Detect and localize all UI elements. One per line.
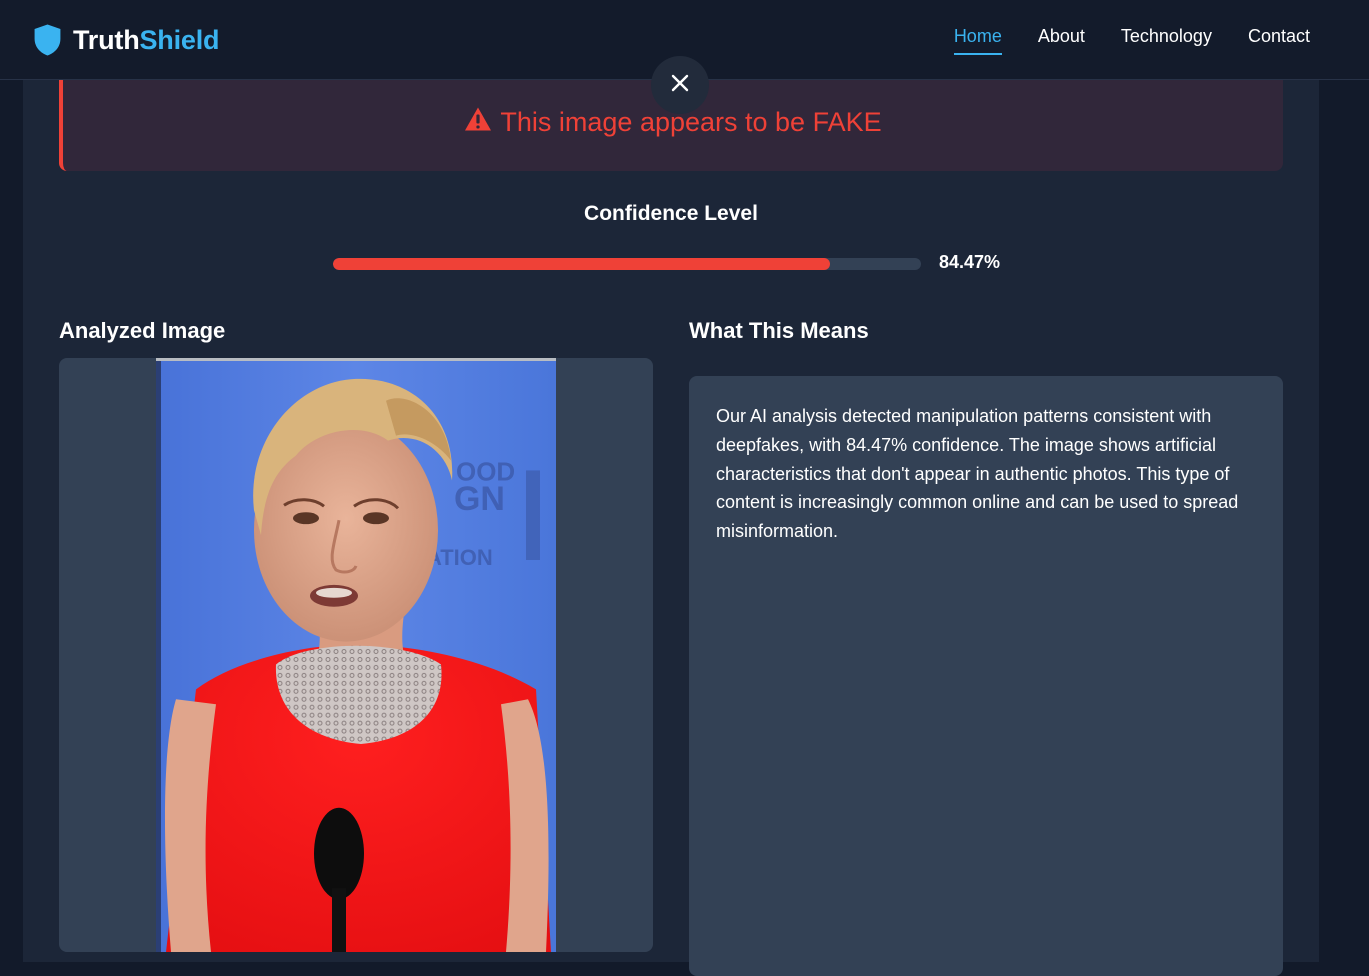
confidence-value: 84.47% — [939, 252, 1001, 272]
confidence-bar-fill — [333, 258, 830, 270]
close-button[interactable] — [651, 56, 709, 114]
what-this-means-title: What This Means — [689, 318, 869, 343]
svg-text:GN: GN — [454, 480, 505, 518]
page-gutter — [1319, 80, 1369, 962]
confidence-title: Confidence Level — [584, 202, 758, 225]
explanation-text: Our AI analysis detected manipulation pa… — [716, 406, 1239, 542]
explanation-panel: Our AI analysis detected manipulation pa… — [689, 376, 1283, 976]
confidence-bar — [333, 258, 921, 270]
nav-link-about[interactable]: About — [1038, 26, 1085, 55]
brand-name: TruthShield — [73, 24, 220, 56]
brand-logo[interactable]: TruthShield — [32, 22, 220, 58]
nav-link-contact[interactable]: Contact — [1248, 26, 1310, 55]
nav-link-technology[interactable]: Technology — [1121, 26, 1212, 55]
main-nav: Home About Technology Contact — [953, 26, 1310, 55]
warning-triangle-icon — [464, 106, 492, 139]
close-icon — [670, 73, 690, 98]
analyzed-image-panel: OOD GN ATION — [59, 358, 653, 952]
brand-name-part2: Shield — [139, 24, 220, 55]
analyzed-photo: OOD GN ATION — [156, 358, 556, 952]
analyzed-image-title: Analyzed Image — [59, 318, 226, 343]
results-card: This image appears to be FAKE Confidence… — [23, 80, 1319, 976]
brand-name-part1: Truth — [73, 24, 140, 55]
nav-link-home[interactable]: Home — [953, 26, 1002, 55]
shield-icon — [32, 23, 63, 57]
